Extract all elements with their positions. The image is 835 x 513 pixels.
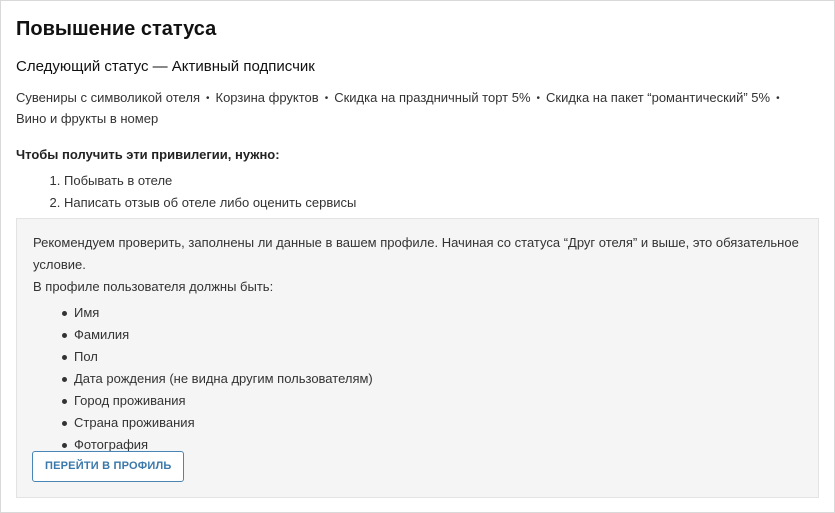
requirement-item: Написать отзыв об отеле либо оценить сер… — [64, 192, 819, 214]
perk-item: Вино и фрукты в номер — [16, 111, 159, 126]
perk-separator: • — [205, 93, 210, 104]
bullet-icon — [62, 421, 67, 426]
profile-field-label: Страна проживания — [74, 415, 195, 430]
bullet-icon — [62, 443, 67, 448]
bullet-icon — [62, 355, 67, 360]
requirements-list: Побывать в отеле Написать отзыв об отеле… — [16, 170, 819, 214]
perk-item: Скидка на пакет “романтический” 5% — [546, 90, 771, 105]
list-item: Дата рождения (не видна другим пользоват… — [62, 368, 802, 390]
list-item: Фамилия — [62, 324, 802, 346]
profile-note-text: Рекомендуем проверить, заполнены ли данн… — [33, 235, 799, 272]
list-item: Пол — [62, 346, 802, 368]
profile-field-label: Фамилия — [74, 327, 130, 342]
bullet-icon — [62, 311, 67, 316]
perk-item: Сувениры с символикой отеля — [16, 90, 200, 105]
list-item: Имя — [62, 302, 802, 324]
list-item: Город проживания — [62, 390, 802, 412]
perk-item: Скидка на праздничный торт 5% — [334, 90, 531, 105]
profile-field-label: Пол — [74, 349, 98, 364]
bullet-icon — [62, 377, 67, 382]
bullet-icon — [62, 399, 67, 404]
page-title: Повышение статуса — [16, 18, 217, 40]
bullet-icon — [62, 333, 67, 338]
profile-field-label: Дата рождения (не видна другим пользоват… — [74, 371, 373, 386]
perk-separator: • — [324, 93, 329, 104]
profile-fields-list: Имя Фамилия Пол Дата рождения (не видна … — [33, 302, 802, 456]
go-to-profile-button[interactable]: Перейти в профиль — [32, 451, 185, 482]
profile-note-box: Рекомендуем проверить, заполнены ли данн… — [16, 218, 819, 498]
perk-item: Корзина фруктов — [215, 90, 319, 105]
requirements-title: Чтобы получить эти привилегии, нужно: — [16, 147, 280, 162]
profile-field-label: Фотография — [74, 437, 149, 452]
next-status-label: Следующий статус — Активный подписчик — [16, 58, 315, 75]
profile-field-label: Имя — [74, 305, 100, 320]
perk-separator: • — [776, 93, 780, 104]
list-item: Страна проживания — [62, 412, 802, 434]
perks-list: Сувениры с символикой отеля • Корзина фрук… — [16, 88, 796, 129]
profile-field-label: Город проживания — [74, 393, 186, 408]
profile-fields-intro: В профиле пользователя должны быть: — [33, 279, 274, 294]
requirement-item: Побывать в отеле — [64, 170, 819, 192]
perk-separator: • — [536, 93, 541, 104]
status-upgrade-panel: Повышение статуса Следующий статус — Акт… — [0, 0, 835, 513]
